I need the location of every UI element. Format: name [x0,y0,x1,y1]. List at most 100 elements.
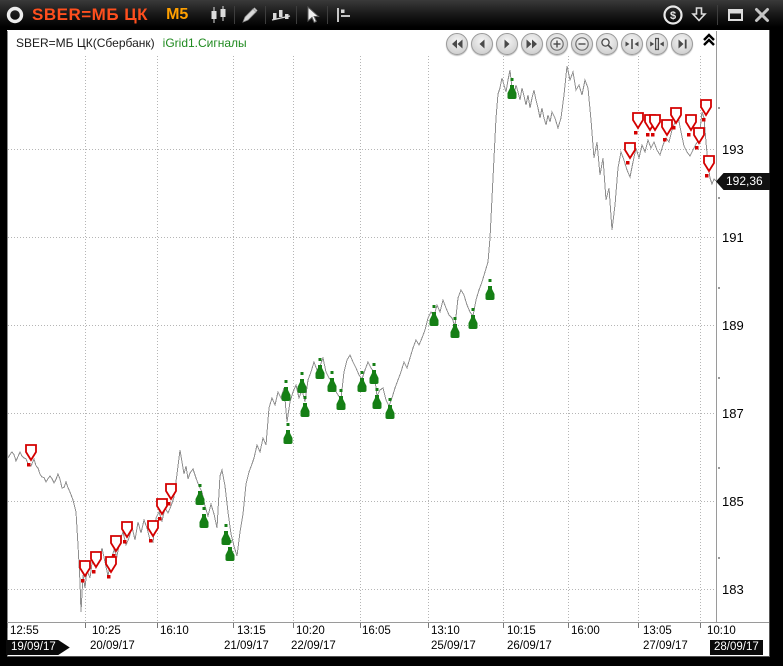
sell-signal-dot [158,517,162,521]
sell-signal-marker [111,536,121,551]
sell-signal-marker [26,445,36,460]
buy-signal-dot [454,317,457,320]
price-axis-label: 191 [722,230,766,245]
time-axis-label: 13:15 [237,625,266,637]
buy-signal-marker [373,395,382,409]
date-axis-label: 25/09/17 [431,640,476,652]
buy-signal-dot [376,388,379,391]
buy-signal-marker [451,324,460,338]
buy-signal-marker [301,403,310,417]
buy-signal-marker [386,405,395,419]
sell-signal-marker [694,128,704,143]
buy-signal-dot [225,524,228,527]
buy-signal-dot [472,308,475,311]
buy-signal-dot [331,371,334,374]
sell-signal-dot [702,118,706,122]
sell-signal-dot [687,133,691,137]
time-axis-label: 10:15 [507,625,536,637]
sell-signal-dot [27,463,31,467]
time-axis-label: 10:20 [296,625,325,637]
buy-signal-dot [301,372,304,375]
sell-signal-marker [157,499,167,514]
sell-signal-marker [91,552,101,567]
sell-signal-marker [662,120,672,135]
time-axis-label: 12:55 [10,625,39,637]
price-axis-label: 187 [722,406,766,421]
price-axis-label: 185 [722,494,766,509]
last-price-badge: 192,36 [716,173,770,190]
price-minor-tick [718,107,720,109]
buy-signal-dot [361,371,364,374]
buy-signal-marker [316,365,325,379]
buy-signal-dot [229,540,232,543]
time-tick [293,623,294,628]
sell-signal-dot [651,133,655,137]
sell-signal-dot [123,540,127,544]
buy-signal-marker [358,378,367,392]
price-minor-tick [718,377,720,379]
buy-signal-dot [199,484,202,487]
sell-signal-dot [634,131,638,135]
sell-signal-dot [167,502,171,506]
price-line [8,66,716,612]
buy-signal-marker [370,370,379,384]
date-badge-current-end: 28/09/17 [710,640,763,655]
time-tick [157,623,158,628]
sell-signal-dot [646,133,650,137]
buy-signal-dot [389,398,392,401]
date-axis-label: 21/09/17 [224,640,269,652]
buy-signal-marker [282,387,291,401]
sell-signal-marker [633,113,643,128]
time-axis-label: 13:10 [431,625,460,637]
buy-signal-marker [298,379,307,393]
time-tick [7,623,8,628]
buy-signal-marker [200,514,209,528]
sell-signal-dot [672,126,676,130]
sell-signal-marker [148,521,158,536]
buy-signal-dot [340,389,343,392]
sell-signal-dot [705,174,709,178]
sell-signal-dot [663,138,667,142]
date-axis-label: 22/09/17 [291,640,336,652]
time-axis-label: 16:10 [160,625,189,637]
buy-signal-dot [489,279,492,282]
time-tick [85,623,86,628]
sell-signal-dot [107,575,111,579]
buy-signal-dot [304,396,307,399]
time-axis-label: 16:05 [362,625,391,637]
buy-signal-dot [285,380,288,383]
time-tick [700,623,701,628]
buy-signal-marker [328,378,337,392]
price-minor-tick [718,287,720,289]
sell-signal-marker [625,143,635,158]
buy-signal-marker [226,547,235,561]
buy-signal-dot [373,363,376,366]
buy-signal-marker [196,491,205,505]
time-axis-label: 16:00 [571,625,600,637]
buy-signal-dot [433,305,436,308]
buy-signal-dot [319,358,322,361]
sell-signal-dot [112,554,116,558]
sell-signal-dot [92,570,96,574]
price-axis-label: 189 [722,318,766,333]
buy-signal-marker [337,396,346,410]
time-tick [638,623,639,628]
price-minor-tick [718,197,720,199]
sell-signal-dot [626,161,630,165]
time-tick [233,623,234,628]
time-axis-label: 13:05 [643,625,672,637]
time-tick [428,623,429,628]
time-axis-label: 10:25 [92,625,121,637]
app-window: SBER=МБ ЦК M5 $ SBER=МБ ЦК(Сбербанк)iGri… [0,0,783,666]
buy-signal-marker [486,286,495,300]
sell-signal-marker [106,557,116,572]
price-minor-tick [718,557,720,559]
sell-signal-dot [695,146,699,150]
price-chart[interactable] [0,0,783,666]
date-axis-label: 27/09/17 [643,640,688,652]
buy-signal-marker [284,430,293,444]
date-badge-current-start: 19/09/17 [6,640,70,655]
buy-signal-marker [430,312,439,326]
price-axis-label: 183 [722,582,766,597]
time-tick [360,623,361,628]
